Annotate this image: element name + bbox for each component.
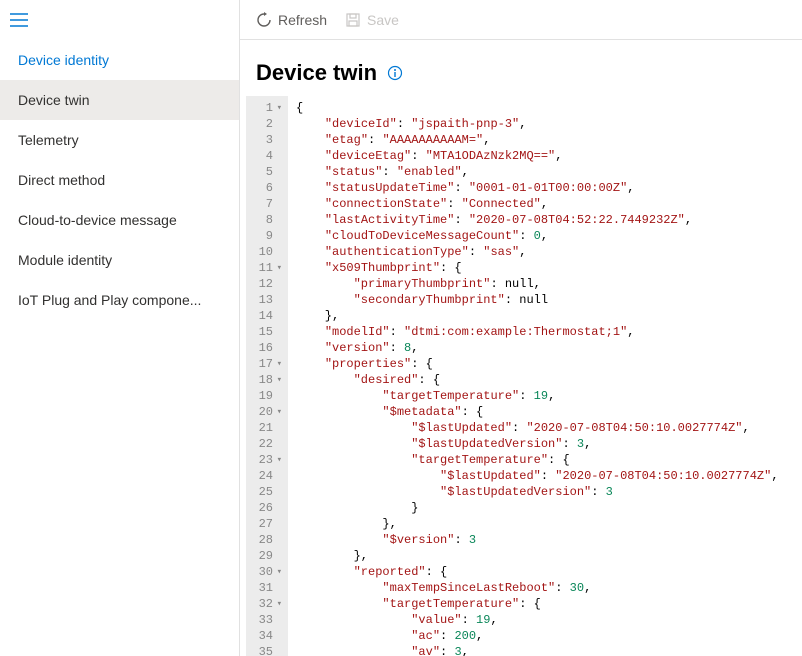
- line-number: 9: [256, 228, 282, 244]
- line-number: 23▾: [256, 452, 282, 468]
- line-number: 2: [256, 116, 282, 132]
- code-line[interactable]: },: [296, 308, 794, 324]
- code-line[interactable]: "etag": "AAAAAAAAAAM=",: [296, 132, 794, 148]
- line-number: 5: [256, 164, 282, 180]
- code-line[interactable]: },: [296, 548, 794, 564]
- code-line[interactable]: "status": "enabled",: [296, 164, 794, 180]
- line-number: 30▾: [256, 564, 282, 580]
- line-number: 3: [256, 132, 282, 148]
- save-label: Save: [367, 12, 399, 28]
- line-number: 27: [256, 516, 282, 532]
- page-title: Device twin: [256, 60, 377, 86]
- code-line[interactable]: "$version": 3: [296, 532, 794, 548]
- code-line[interactable]: "reported": {: [296, 564, 794, 580]
- line-number: 18▾: [256, 372, 282, 388]
- main-panel: Refresh Save Device twin 1▾2 3 4 5 6 7 8…: [240, 0, 802, 656]
- line-number: 33: [256, 612, 282, 628]
- line-number: 32▾: [256, 596, 282, 612]
- sidebar-item-iot-plug-and-play[interactable]: IoT Plug and Play compone...: [0, 280, 239, 320]
- line-number: 1▾: [256, 100, 282, 116]
- line-number: 8: [256, 212, 282, 228]
- save-button: Save: [345, 12, 399, 28]
- code-line[interactable]: "$lastUpdatedVersion": 3: [296, 484, 794, 500]
- line-number: 11▾: [256, 260, 282, 276]
- code-line[interactable]: "deviceEtag": "MTA1ODAzNzk2MQ==",: [296, 148, 794, 164]
- json-editor[interactable]: 1▾2 3 4 5 6 7 8 9 10 11▾12 13 14 15 16 1…: [240, 96, 802, 656]
- info-icon[interactable]: [387, 65, 403, 81]
- line-number: 20▾: [256, 404, 282, 420]
- code-line[interactable]: "targetTemperature": 19,: [296, 388, 794, 404]
- line-number: 19: [256, 388, 282, 404]
- code-line[interactable]: "desired": {: [296, 372, 794, 388]
- line-number: 31: [256, 580, 282, 596]
- line-number: 29: [256, 548, 282, 564]
- code-area[interactable]: { "deviceId": "jspaith-pnp-3", "etag": "…: [288, 96, 802, 656]
- code-line[interactable]: {: [296, 100, 794, 116]
- code-line[interactable]: "$lastUpdated": "2020-07-08T04:50:10.002…: [296, 420, 794, 436]
- sidebar-item-cloud-to-device-message[interactable]: Cloud-to-device message: [0, 200, 239, 240]
- code-line[interactable]: "av": 3,: [296, 644, 794, 656]
- code-line[interactable]: "value": 19,: [296, 612, 794, 628]
- line-number: 28: [256, 532, 282, 548]
- line-number: 22: [256, 436, 282, 452]
- sidebar-item-telemetry[interactable]: Telemetry: [0, 120, 239, 160]
- refresh-icon: [256, 12, 272, 28]
- line-number-gutter: 1▾2 3 4 5 6 7 8 9 10 11▾12 13 14 15 16 1…: [246, 96, 288, 656]
- line-number: 12: [256, 276, 282, 292]
- code-line[interactable]: "x509Thumbprint": {: [296, 260, 794, 276]
- line-number: 7: [256, 196, 282, 212]
- code-line[interactable]: "targetTemperature": {: [296, 452, 794, 468]
- sidebar-item-device-twin[interactable]: Device twin: [0, 80, 239, 120]
- line-number: 16: [256, 340, 282, 356]
- line-number: 13: [256, 292, 282, 308]
- line-number: 34: [256, 628, 282, 644]
- menu-icon[interactable]: [10, 13, 28, 27]
- line-number: 15: [256, 324, 282, 340]
- line-number: 35: [256, 644, 282, 656]
- sidebar-top: [0, 0, 239, 40]
- code-line[interactable]: "version": 8,: [296, 340, 794, 356]
- sidebar-item-device-identity[interactable]: Device identity: [0, 40, 239, 80]
- code-line[interactable]: "$metadata": {: [296, 404, 794, 420]
- page-header: Device twin: [240, 40, 802, 96]
- save-icon: [345, 12, 361, 28]
- code-line[interactable]: "authenticationType": "sas",: [296, 244, 794, 260]
- code-line[interactable]: "connectionState": "Connected",: [296, 196, 794, 212]
- line-number: 25: [256, 484, 282, 500]
- line-number: 24: [256, 468, 282, 484]
- line-number: 14: [256, 308, 282, 324]
- line-number: 6: [256, 180, 282, 196]
- sidebar-item-module-identity[interactable]: Module identity: [0, 240, 239, 280]
- line-number: 21: [256, 420, 282, 436]
- code-line[interactable]: "ac": 200,: [296, 628, 794, 644]
- sidebar-item-direct-method[interactable]: Direct method: [0, 160, 239, 200]
- refresh-label: Refresh: [278, 12, 327, 28]
- code-line[interactable]: },: [296, 516, 794, 532]
- code-line[interactable]: "statusUpdateTime": "0001-01-01T00:00:00…: [296, 180, 794, 196]
- code-line[interactable]: }: [296, 500, 794, 516]
- line-number: 26: [256, 500, 282, 516]
- code-line[interactable]: "lastActivityTime": "2020-07-08T04:52:22…: [296, 212, 794, 228]
- code-line[interactable]: "primaryThumbprint": null,: [296, 276, 794, 292]
- code-line[interactable]: "cloudToDeviceMessageCount": 0,: [296, 228, 794, 244]
- code-line[interactable]: "targetTemperature": {: [296, 596, 794, 612]
- code-line[interactable]: "modelId": "dtmi:com:example:Thermostat;…: [296, 324, 794, 340]
- toolbar: Refresh Save: [240, 0, 802, 40]
- line-number: 4: [256, 148, 282, 164]
- code-line[interactable]: "secondaryThumbprint": null: [296, 292, 794, 308]
- code-line[interactable]: "properties": {: [296, 356, 794, 372]
- code-line[interactable]: "deviceId": "jspaith-pnp-3",: [296, 116, 794, 132]
- line-number: 10: [256, 244, 282, 260]
- sidebar: Device identity Device twin Telemetry Di…: [0, 0, 240, 656]
- code-line[interactable]: "$lastUpdated": "2020-07-08T04:50:10.002…: [296, 468, 794, 484]
- code-line[interactable]: "$lastUpdatedVersion": 3,: [296, 436, 794, 452]
- refresh-button[interactable]: Refresh: [256, 12, 327, 28]
- line-number: 17▾: [256, 356, 282, 372]
- code-line[interactable]: "maxTempSinceLastReboot": 30,: [296, 580, 794, 596]
